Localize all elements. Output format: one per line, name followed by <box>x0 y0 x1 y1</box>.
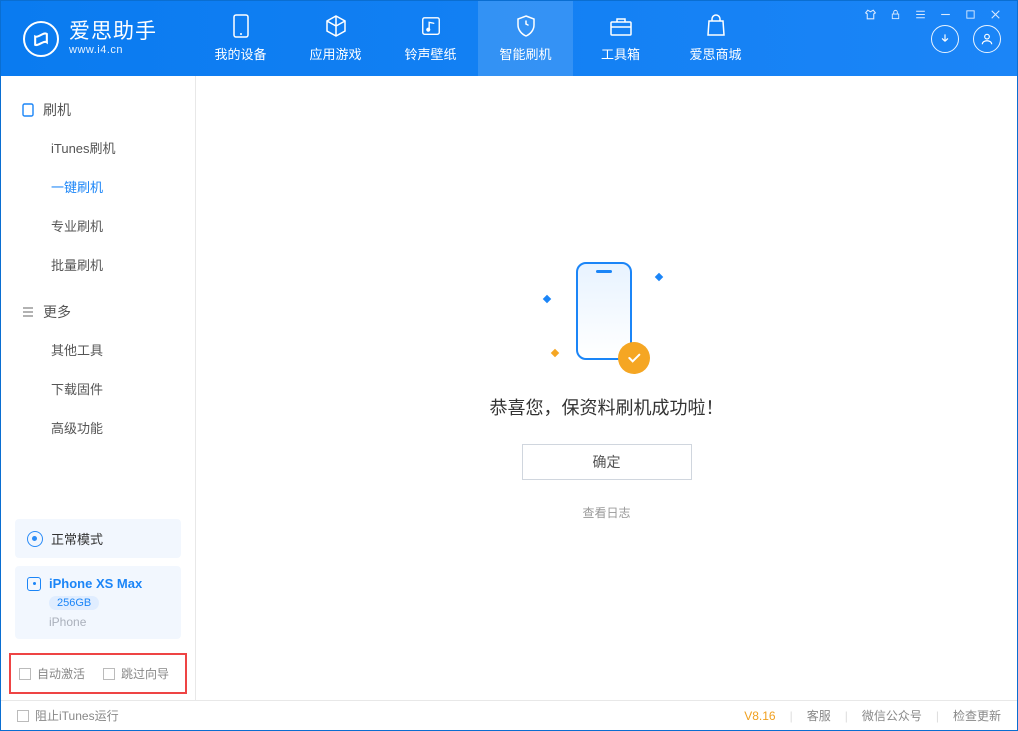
checkbox-icon <box>17 710 29 722</box>
logo: 爱思助手 www.i4.cn <box>1 21 177 57</box>
hamburger-icon <box>21 305 35 319</box>
logo-icon <box>23 21 59 57</box>
user-icon[interactable] <box>973 25 1001 53</box>
minimize-icon[interactable] <box>938 7 953 22</box>
phone-icon <box>21 103 35 117</box>
device-name: iPhone XS Max <box>49 576 142 591</box>
section-title: 更多 <box>43 302 71 322</box>
sidebar-item-itunes-flash[interactable]: iTunes刷机 <box>1 128 195 167</box>
device-storage: 256GB <box>49 596 99 610</box>
device-icon <box>27 577 41 591</box>
tab-smart-flash[interactable]: 智能刷机 <box>478 1 573 76</box>
checkbox-auto-activate[interactable]: 自动激活 <box>19 665 85 682</box>
sidebar-item-other-tools[interactable]: 其他工具 <box>1 330 195 369</box>
section-title: 刷机 <box>43 100 71 120</box>
app-name: 爱思助手 <box>69 21 157 43</box>
music-icon <box>419 14 443 38</box>
sidebar-item-batch-flash[interactable]: 批量刷机 <box>1 245 195 284</box>
mode-icon <box>27 531 43 547</box>
bag-icon <box>704 14 728 38</box>
main-content: 恭喜您，保资料刷机成功啦！ 确定 查看日志 <box>196 76 1017 700</box>
device-icon <box>229 14 253 38</box>
footer-link-wechat[interactable]: 微信公众号 <box>862 707 922 724</box>
tab-toolbox[interactable]: 工具箱 <box>573 1 668 76</box>
window-controls <box>863 7 1003 22</box>
close-icon[interactable] <box>988 7 1003 22</box>
sidebar-section-more: 更多 <box>1 294 195 330</box>
device-platform: iPhone <box>49 615 169 629</box>
device-card[interactable]: iPhone XS Max 256GB iPhone <box>15 566 181 639</box>
maximize-icon[interactable] <box>963 7 978 22</box>
tab-ringtone-wallpaper[interactable]: 铃声壁纸 <box>383 1 478 76</box>
sidebar-item-advanced[interactable]: 高级功能 <box>1 408 195 447</box>
sidebar-item-pro-flash[interactable]: 专业刷机 <box>1 206 195 245</box>
checkbox-label: 自动激活 <box>37 665 85 682</box>
footer-link-update[interactable]: 检查更新 <box>953 707 1001 724</box>
view-log-link[interactable]: 查看日志 <box>582 504 630 521</box>
app-header: 爱思助手 www.i4.cn 我的设备 应用游戏 铃声壁纸 智能刷机 工具箱 爱… <box>1 1 1017 76</box>
checkbox-skip-guide[interactable]: 跳过向导 <box>103 665 169 682</box>
options-highlight-box: 自动激活 跳过向导 <box>9 653 187 694</box>
tab-label: 我的设备 <box>214 44 266 63</box>
sidebar-item-download-firmware[interactable]: 下载固件 <box>1 369 195 408</box>
success-illustration <box>542 256 672 376</box>
checkbox-icon <box>19 668 31 680</box>
checkbox-block-itunes[interactable]: 阻止iTunes运行 <box>17 707 119 724</box>
tab-label: 工具箱 <box>601 44 640 63</box>
confirm-button[interactable]: 确定 <box>522 444 692 480</box>
mode-label: 正常模式 <box>51 529 103 548</box>
footer: 阻止iTunes运行 V8.16 | 客服 | 微信公众号 | 检查更新 <box>1 700 1017 730</box>
sidebar-section-flash: 刷机 <box>1 92 195 128</box>
shield-icon <box>514 14 538 38</box>
footer-link-support[interactable]: 客服 <box>807 707 831 724</box>
sidebar: 刷机 iTunes刷机 一键刷机 专业刷机 批量刷机 更多 其他工具 下载固件 … <box>1 76 196 700</box>
tab-my-device[interactable]: 我的设备 <box>193 1 288 76</box>
checkbox-label: 阻止iTunes运行 <box>35 707 119 724</box>
tab-label: 智能刷机 <box>499 44 551 63</box>
checkmark-badge-icon <box>618 342 650 374</box>
mode-indicator[interactable]: 正常模式 <box>15 519 181 558</box>
tab-label: 爱思商城 <box>689 44 741 63</box>
checkbox-label: 跳过向导 <box>121 665 169 682</box>
cube-icon <box>324 14 348 38</box>
main-tabs: 我的设备 应用游戏 铃声壁纸 智能刷机 工具箱 爱思商城 <box>193 1 763 76</box>
tab-store[interactable]: 爱思商城 <box>668 1 763 76</box>
success-message: 恭喜您，保资料刷机成功啦！ <box>490 394 724 420</box>
lock-icon[interactable] <box>888 7 903 22</box>
checkbox-icon <box>103 668 115 680</box>
shirt-icon[interactable] <box>863 7 878 22</box>
download-icon[interactable] <box>931 25 959 53</box>
version-label: V8.16 <box>744 709 775 723</box>
tab-apps-games[interactable]: 应用游戏 <box>288 1 383 76</box>
app-site: www.i4.cn <box>69 44 157 56</box>
sidebar-item-oneclick-flash[interactable]: 一键刷机 <box>1 167 195 206</box>
tab-label: 铃声壁纸 <box>404 44 456 63</box>
menu-icon[interactable] <box>913 7 928 22</box>
tab-label: 应用游戏 <box>309 44 361 63</box>
toolbox-icon <box>609 14 633 38</box>
header-actions <box>931 25 1017 53</box>
